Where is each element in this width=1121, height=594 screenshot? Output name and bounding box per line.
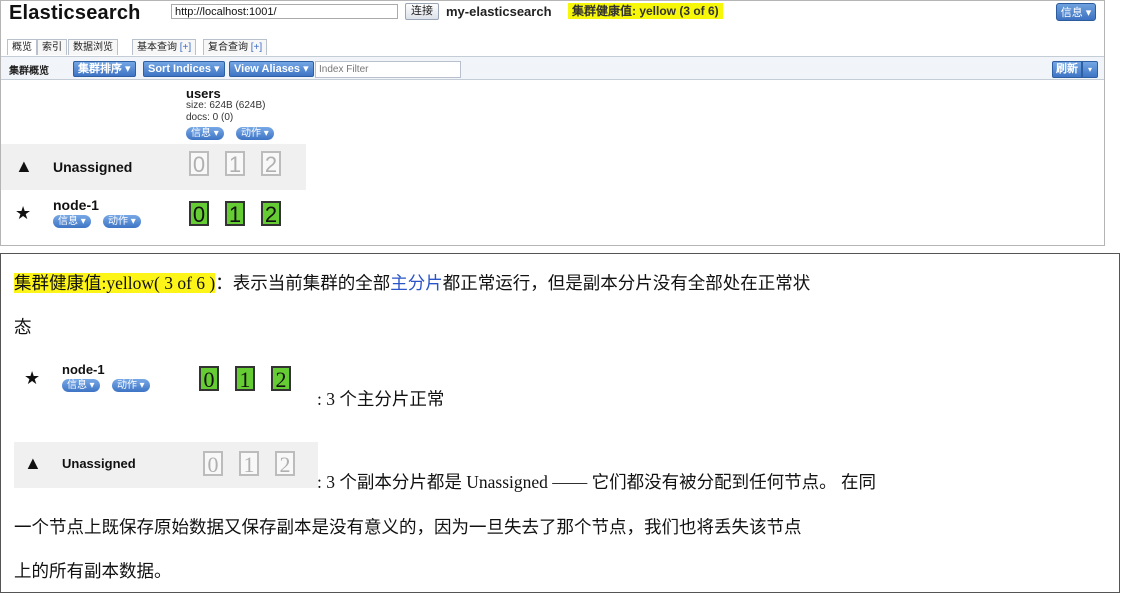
primary-shard: 1 <box>235 366 255 391</box>
tab-label: 复合查询 <box>208 42 248 53</box>
explanation-box: 集群健康值:yellow( 3 of 6 )：表示当前集群的全部主分片都正常运行… <box>0 253 1120 593</box>
star-icon: ★ <box>24 368 41 388</box>
tab-compound-query[interactable]: 复合查询 [+] <box>203 39 268 55</box>
overview-toolbar: 集群概览 集群排序 ▾ Sort Indices ▾ View Aliases … <box>1 56 1104 80</box>
index-name: users <box>186 86 221 101</box>
refresh-dropdown-icon[interactable]: ▾ <box>1082 61 1098 78</box>
tab-plus: [+] <box>179 42 192 53</box>
unassigned-row: ▲ Unassigned 0 1 2 <box>1 144 306 190</box>
primary-shard: 2 <box>271 366 291 391</box>
replica-shard: 1 <box>239 451 259 476</box>
explanation-line-5: 一个节点上既保存原始数据又保存副本是没有意义的，因为一旦失去了那个节点，我们也将… <box>14 517 802 537</box>
node-info-button: 信息 ▾ <box>62 379 100 392</box>
info-menu-button[interactable]: 信息 ▾ <box>1056 3 1096 21</box>
unassigned-label: Unassigned <box>53 159 133 175</box>
brand-title: Elasticsearch <box>9 2 141 24</box>
top-bar: Elasticsearch http://localhost:1001/ 连接 … <box>1 1 1104 24</box>
tab-basic-query[interactable]: 基本查询 [+] <box>132 39 197 55</box>
tab-label: 基本查询 <box>137 42 177 53</box>
unassigned-label: Unassigned <box>62 456 136 471</box>
primary-shard[interactable]: 2 <box>261 201 281 226</box>
tab-indices[interactable]: 索引 <box>37 39 67 55</box>
tab-label: 概览 <box>12 42 32 53</box>
text: 都正常运行，但是副本分片没有全部处在正常状 <box>442 273 811 293</box>
cluster-sort-button[interactable]: 集群排序 ▾ <box>73 61 136 77</box>
node-info-button[interactable]: 信息 ▾ <box>53 215 91 228</box>
replica-shard[interactable]: 0 <box>189 151 209 176</box>
node-row-image: ★ node-1 信息 ▾ 动作 ▾ 0 1 2 <box>14 360 304 408</box>
health-highlight: 集群健康值:yellow( 3 of 6 ) <box>14 273 216 293</box>
index-docs: docs: 0 (0) <box>186 112 234 123</box>
tab-label: 数据浏览 <box>73 42 113 53</box>
index-action-button[interactable]: 动作 ▾ <box>236 127 274 140</box>
primary-shard-link[interactable]: 主分片 <box>390 273 443 293</box>
node-row: ★ node-1 信息 ▾ 动作 ▾ 0 1 2 <box>1 191 306 231</box>
text: 表示当前集群的全部 <box>232 273 391 293</box>
connect-button[interactable]: 连接 <box>405 3 439 20</box>
toolbar-title: 集群概览 <box>9 66 49 77</box>
explanation-line-6: 上的所有副本数据。 <box>14 561 172 581</box>
es-head-panel: Elasticsearch http://localhost:1001/ 连接 … <box>0 0 1105 246</box>
primary-shard: 0 <box>199 366 219 391</box>
colon: ： <box>215 273 233 293</box>
replica-description: : 3 个副本分片都是 Unassigned —— 它们都没有被分配到任何节点。… <box>317 472 877 492</box>
replica-shard[interactable]: 2 <box>261 151 281 176</box>
index-size: size: 624B (624B) <box>186 100 266 111</box>
primary-shard[interactable]: 0 <box>189 201 209 226</box>
url-input[interactable]: http://localhost:1001/ <box>171 4 398 19</box>
replica-shard[interactable]: 1 <box>225 151 245 176</box>
replica-shard: 0 <box>203 451 223 476</box>
primary-shard[interactable]: 1 <box>225 201 245 226</box>
tab-label: 索引 <box>42 42 62 53</box>
warning-icon: ▲ <box>15 156 33 176</box>
node-name: node-1 <box>53 197 99 213</box>
unassigned-row-image: ▲ Unassigned 0 1 2 <box>14 442 318 488</box>
node-name: node-1 <box>62 362 105 377</box>
view-aliases-button[interactable]: View Aliases ▾ <box>229 61 314 77</box>
warning-icon: ▲ <box>24 453 42 473</box>
explanation-line-1: 集群健康值:yellow( 3 of 6 )：表示当前集群的全部主分片都正常运行… <box>14 270 810 295</box>
sort-indices-button[interactable]: Sort Indices ▾ <box>143 61 225 77</box>
tab-overview[interactable]: 概览 <box>7 39 37 55</box>
node-action-button[interactable]: 动作 ▾ <box>103 215 141 228</box>
node-action-button: 动作 ▾ <box>112 379 150 392</box>
cluster-name: my-elasticsearch <box>446 4 552 19</box>
tab-browser[interactable]: 数据浏览 <box>68 39 118 55</box>
star-icon: ★ <box>15 203 32 223</box>
tab-plus: [+] <box>250 42 263 53</box>
refresh-button[interactable]: 刷新 <box>1052 61 1082 78</box>
cluster-health-badge: 集群健康值: yellow (3 of 6) <box>568 3 723 19</box>
primary-description: : 3 个主分片正常 <box>317 389 445 409</box>
index-filter-input[interactable]: Index Filter <box>315 61 461 78</box>
replica-shard: 2 <box>275 451 295 476</box>
index-info-button[interactable]: 信息 ▾ <box>186 127 224 140</box>
explanation-line-2: 态 <box>14 317 32 337</box>
